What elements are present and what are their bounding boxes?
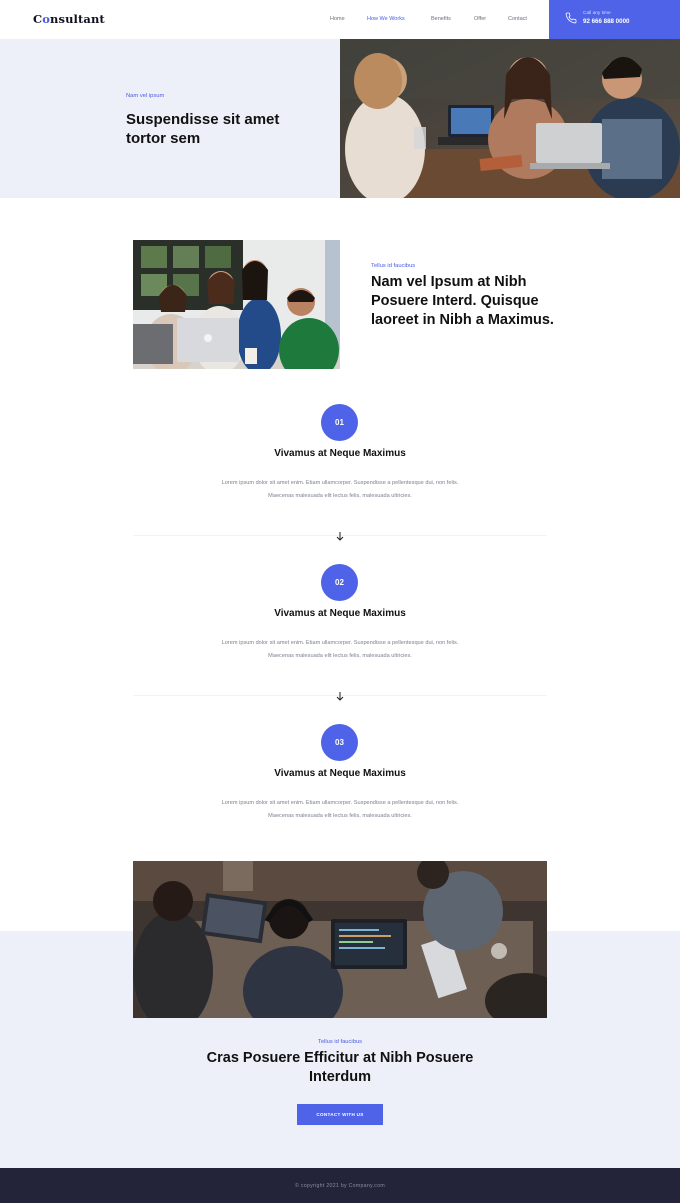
step-title: Vivamus at Neque Maximus [274,448,406,459]
nav-offer[interactable]: Offer [474,16,486,22]
step-text: Lorem ipsum dolor sit amet enim. Etiam u… [221,640,459,659]
hero-title: Suspendisse sit amet tortor sem [126,111,280,147]
step-title: Vivamus at Neque Maximus [274,608,406,619]
step-number-badge: 03 [321,724,358,761]
copyright-text: © copyright 2021 by Company.com [294,1183,385,1189]
step-1: 01 Vivamus at Neque Maximus Lorem ipsum … [133,404,547,524]
phone-icon [565,12,577,24]
main-nav: Home How We Works Benefits Offer Contact [0,16,548,26]
hero-kicker: Nam vel ipsum [126,93,165,99]
hero-section: Nam vel ipsum Suspendisse sit amet torto… [0,39,680,198]
step-text: Lorem ipsum dolor sit amet enim. Etiam u… [221,800,459,819]
cta-title: Cras Posuere Efficitur at Nibh Posuere I… [206,1050,474,1085]
hero-photo [340,39,680,198]
team-photo [133,240,340,369]
step-3: 03 Vivamus at Neque Maximus Lorem ipsum … [133,724,547,844]
intro-kicker: Tellus id faucibus [371,263,416,269]
call-box[interactable]: Call any time 92 666 888 0000 [549,0,680,39]
arrow-down-icon [336,532,344,541]
step-text: Lorem ipsum dolor sit amet enim. Etiam u… [221,480,459,499]
site-footer: © copyright 2021 by Company.com [0,1168,680,1203]
step-2: 02 Vivamus at Neque Maximus Lorem ipsum … [133,564,547,684]
nav-home[interactable]: Home [330,16,345,22]
call-label: Call any time [583,11,611,16]
intro-title: Nam vel Ipsum at Nibh Posuere Interd. Qu… [371,274,554,328]
nav-contact[interactable]: Contact [508,16,527,22]
step-number-badge: 02 [321,564,358,601]
nav-how-we-works[interactable]: How We Works [367,16,405,22]
coding-team-photo [133,861,547,1018]
step-title: Vivamus at Neque Maximus [274,768,406,779]
site-header: Consultant Home How We Works Benefits Of… [0,0,680,39]
cta-kicker: Tellus id faucibus [317,1039,363,1045]
call-number[interactable]: 92 666 888 0000 [583,18,629,25]
nav-benefits[interactable]: Benefits [431,16,451,22]
arrow-down-icon [336,692,344,701]
step-number-badge: 01 [321,404,358,441]
contact-button[interactable]: CONTACT WITH US [297,1104,383,1125]
